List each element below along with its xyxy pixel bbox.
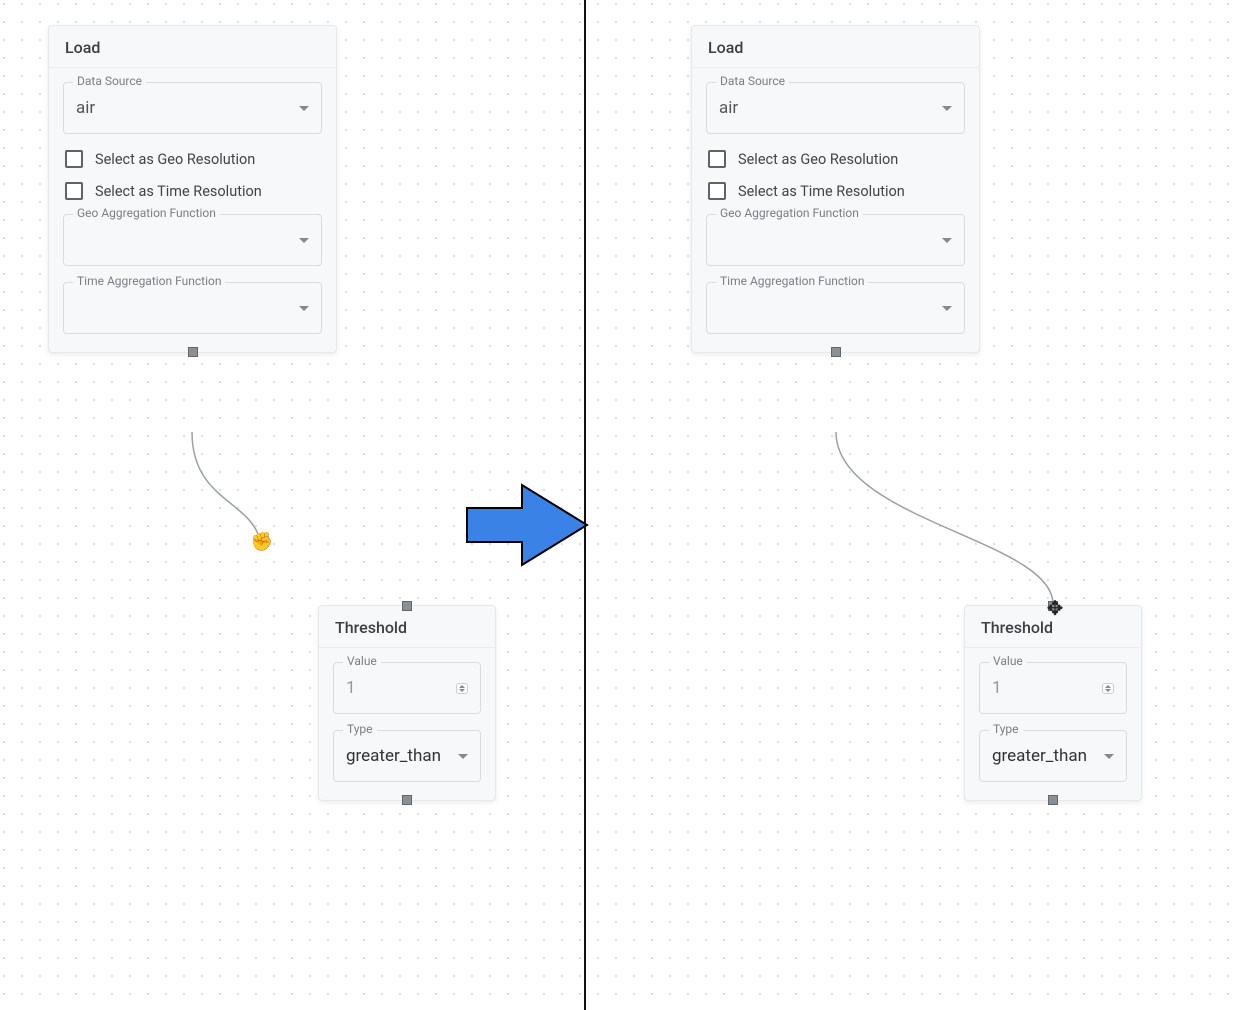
- number-spinner-icon[interactable]: [1102, 683, 1114, 694]
- chevron-down-icon: [942, 306, 952, 311]
- flow-canvas[interactable]: Load Data Source air Select as Geo Resol…: [0, 0, 1235, 1010]
- checkbox-icon: [708, 150, 726, 168]
- chevron-down-icon: [299, 106, 309, 111]
- output-port[interactable]: [1048, 795, 1058, 805]
- time-agg-field: Time Aggregation Function: [706, 282, 965, 334]
- geo-agg-select[interactable]: [63, 214, 322, 266]
- chevron-down-icon: [942, 238, 952, 243]
- checkbox-label: Select as Time Resolution: [738, 183, 905, 200]
- geo-agg-select[interactable]: [706, 214, 965, 266]
- type-field: Type greater_than: [333, 730, 481, 782]
- chevron-down-icon: [458, 754, 468, 759]
- chevron-down-icon: [299, 306, 309, 311]
- value-input[interactable]: 1: [979, 662, 1127, 714]
- time-agg-field: Time Aggregation Function: [63, 282, 322, 334]
- chevron-down-icon: [299, 238, 309, 243]
- type-select[interactable]: greater_than: [333, 730, 481, 782]
- data-source-field: Data Source air: [706, 82, 965, 134]
- checkbox-label: Select as Geo Resolution: [738, 151, 898, 168]
- data-source-select[interactable]: air: [63, 82, 322, 134]
- node-title: Load: [692, 26, 979, 68]
- geo-agg-field: Geo Aggregation Function: [706, 214, 965, 266]
- field-label: Time Aggregation Function: [73, 274, 225, 288]
- time-agg-select[interactable]: [706, 282, 965, 334]
- data-source-field: Data Source air: [63, 82, 322, 134]
- node-load-right[interactable]: Load Data Source air Select as Geo Resol…: [691, 25, 980, 353]
- field-label: Geo Aggregation Function: [73, 206, 220, 220]
- number-spinner-icon[interactable]: [456, 683, 468, 694]
- geo-agg-field: Geo Aggregation Function: [63, 214, 322, 266]
- checkbox-icon: [65, 182, 83, 200]
- data-source-select[interactable]: air: [706, 82, 965, 134]
- time-agg-select[interactable]: [63, 282, 322, 334]
- checkbox-label: Select as Geo Resolution: [95, 151, 255, 168]
- output-port[interactable]: [831, 347, 841, 357]
- field-label: Value: [989, 654, 1027, 668]
- geo-resolution-checkbox[interactable]: Select as Geo Resolution: [65, 150, 320, 168]
- checkbox-label: Select as Time Resolution: [95, 183, 262, 200]
- output-port[interactable]: [402, 795, 412, 805]
- output-port[interactable]: [188, 347, 198, 357]
- value-field: Value 1: [979, 662, 1127, 714]
- type-select[interactable]: greater_than: [979, 730, 1127, 782]
- time-resolution-checkbox[interactable]: Select as Time Resolution: [708, 182, 963, 200]
- edge-left-partial: [192, 432, 260, 540]
- node-threshold-left[interactable]: Threshold Value 1 Type greater_than: [318, 605, 496, 801]
- edge-right-connected: [836, 432, 1053, 604]
- field-label: Type: [343, 722, 377, 736]
- field-label: Type: [989, 722, 1023, 736]
- type-field: Type greater_than: [979, 730, 1127, 782]
- time-resolution-checkbox[interactable]: Select as Time Resolution: [65, 182, 320, 200]
- value-input[interactable]: 1: [333, 662, 481, 714]
- arrow-right-icon: [462, 480, 592, 570]
- grab-cursor-icon: ✊: [251, 532, 273, 553]
- node-title: Threshold: [319, 606, 495, 648]
- field-label: Time Aggregation Function: [716, 274, 868, 288]
- input-port[interactable]: [1048, 601, 1058, 611]
- field-label: Data Source: [716, 74, 789, 88]
- node-title: Threshold: [965, 606, 1141, 648]
- checkbox-icon: [708, 182, 726, 200]
- field-label: Value: [343, 654, 381, 668]
- chevron-down-icon: [942, 106, 952, 111]
- chevron-down-icon: [1104, 754, 1114, 759]
- value-field: Value 1: [333, 662, 481, 714]
- checkbox-icon: [65, 150, 83, 168]
- node-title: Load: [49, 26, 336, 68]
- node-threshold-right[interactable]: Threshold Value 1 Type greater_than: [964, 605, 1142, 801]
- field-label: Geo Aggregation Function: [716, 206, 863, 220]
- geo-resolution-checkbox[interactable]: Select as Geo Resolution: [708, 150, 963, 168]
- input-port[interactable]: [402, 601, 412, 611]
- field-label: Data Source: [73, 74, 146, 88]
- node-load-left[interactable]: Load Data Source air Select as Geo Resol…: [48, 25, 337, 353]
